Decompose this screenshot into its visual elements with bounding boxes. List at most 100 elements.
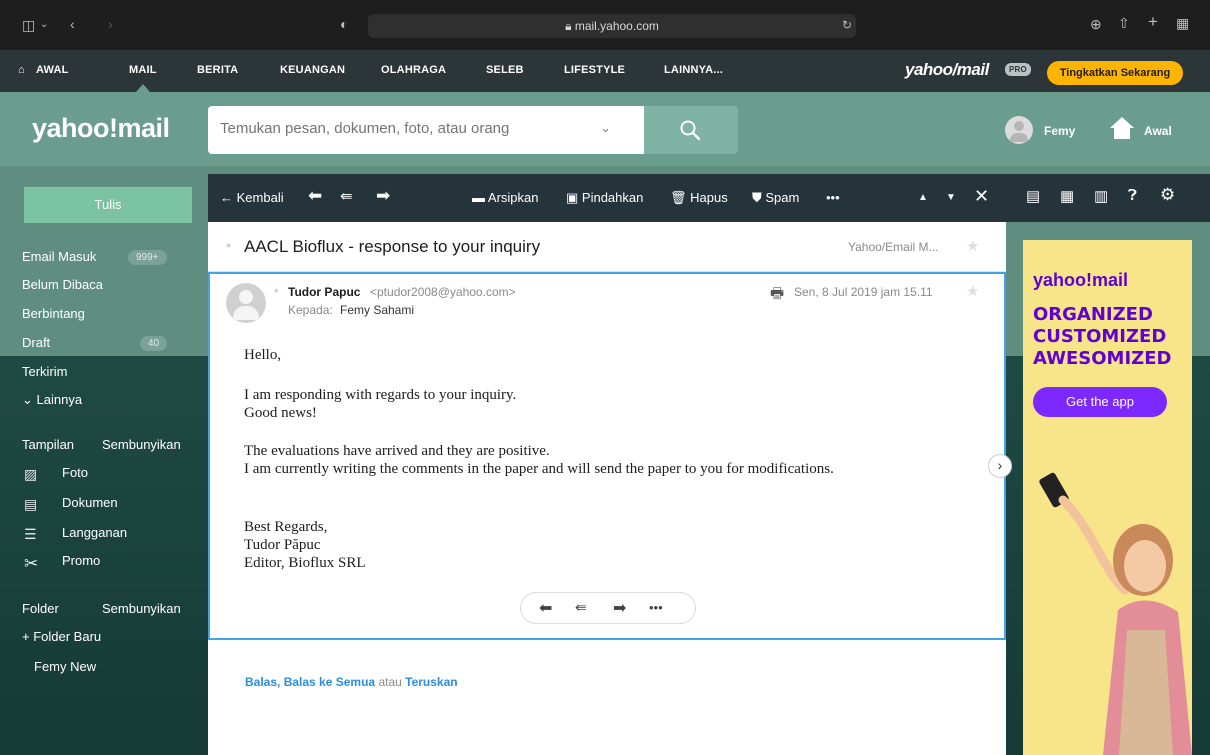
sidebar-item-inbox[interactable]: Email Masuk bbox=[22, 249, 96, 264]
sidebar-item-unread[interactable]: Belum Dibaca bbox=[22, 277, 103, 292]
forward-link[interactable]: Teruskan bbox=[405, 675, 457, 689]
view-subscriptions[interactable]: Langganan bbox=[62, 525, 127, 540]
body-line: The evaluations have arrived and they ar… bbox=[244, 443, 550, 459]
home-icon[interactable] bbox=[1109, 116, 1135, 140]
nav-berita[interactable]: BERITA bbox=[197, 64, 238, 76]
search-options-chevron-icon[interactable]: ⌄ bbox=[600, 120, 611, 136]
recipient-name[interactable]: Femy Sahami bbox=[340, 303, 414, 317]
or-text: atau bbox=[378, 675, 402, 689]
expand-chevron-right-icon[interactable]: › bbox=[988, 454, 1012, 478]
lock-icon: 🔒︎ bbox=[565, 19, 575, 33]
nav-seleb[interactable]: SELEB bbox=[486, 64, 524, 76]
reply-icon[interactable]: ⬅ bbox=[539, 598, 552, 618]
print-icon[interactable]: 🖶︎ bbox=[770, 283, 784, 308]
message-toolbar: ← Kembali ⬅ ⇚ ➡ ▬ Arsipkan ▣ Pindahkan 🗑… bbox=[208, 174, 1006, 222]
calendar-icon[interactable]: ▦ bbox=[1060, 187, 1074, 205]
next-message-icon[interactable]: ▼ bbox=[946, 192, 956, 203]
sender-email[interactable]: <ptudor2008@yahoo.com> bbox=[370, 285, 516, 299]
move-button[interactable]: ▣ Pindahkan bbox=[566, 190, 643, 206]
user-name[interactable]: Femy bbox=[1044, 124, 1075, 138]
nav-lainnya[interactable]: LAINNYA... bbox=[664, 64, 723, 76]
delete-button[interactable]: 🗑︎ Hapus bbox=[670, 190, 728, 206]
signature-line: Editor, Bioflux SRL bbox=[244, 555, 366, 571]
view-promo[interactable]: Promo bbox=[62, 553, 100, 568]
more-actions-button[interactable]: ••• bbox=[826, 190, 840, 205]
ad-headline-1: ORGANIZED bbox=[1033, 304, 1153, 325]
star-icon[interactable]: ★ bbox=[966, 237, 979, 255]
upgrade-button[interactable]: Tingkatkan Sekarang bbox=[1047, 61, 1183, 85]
reply-all-link[interactable]: Balas ke Semua bbox=[284, 675, 375, 689]
quick-actions-pill: ⬅ ⇚ ➡ ••• bbox=[520, 592, 696, 624]
reply-area: Balas, Balas ke Semua atau Teruskan bbox=[208, 640, 1006, 755]
arrow-left-icon: ← bbox=[220, 190, 237, 205]
signature-line: Best Regards, bbox=[244, 519, 328, 535]
yahoo-mail-logo[interactable]: yahoo!mail bbox=[32, 113, 170, 144]
search-button[interactable] bbox=[644, 106, 738, 154]
compose-button[interactable]: Tulis bbox=[24, 187, 192, 223]
body-line: Hello, bbox=[244, 347, 282, 363]
address-bar[interactable]: 🔒︎ mail.yahoo.com bbox=[368, 14, 856, 38]
view-documents[interactable]: Dokumen bbox=[62, 495, 118, 510]
archive-button[interactable]: ▬ Arsipkan bbox=[472, 190, 538, 205]
folder-tag[interactable]: Yahoo/Email M... bbox=[848, 240, 938, 254]
gear-icon[interactable]: ⚙ bbox=[1160, 185, 1175, 205]
back-button[interactable]: ← Kembali bbox=[220, 190, 284, 205]
close-icon[interactable]: ✕ bbox=[974, 186, 989, 207]
help-icon[interactable]: ❓︎ bbox=[1128, 187, 1137, 204]
ad-headline-3: AWESOMIZED bbox=[1033, 348, 1172, 369]
chevron-down-icon[interactable]: ⌄ bbox=[40, 17, 48, 33]
ad-banner[interactable]: yahoo!mail ORGANIZED CUSTOMIZED AWESOMIZ… bbox=[1023, 240, 1192, 755]
forward-icon[interactable]: › bbox=[108, 16, 113, 32]
inbox-count-badge: 999+ bbox=[128, 250, 167, 265]
spam-button[interactable]: ⛊ Spam bbox=[752, 190, 799, 206]
home-icon[interactable]: ⌂ bbox=[18, 64, 25, 76]
pro-badge: PRO bbox=[1005, 63, 1031, 76]
avatar[interactable] bbox=[1005, 116, 1033, 144]
sidebar-item-draft[interactable]: Draft bbox=[22, 335, 50, 350]
subscriptions-icon: ☰ bbox=[24, 526, 37, 542]
get-the-app-button[interactable]: Get the app bbox=[1033, 387, 1167, 417]
search-input[interactable] bbox=[220, 120, 600, 137]
sidebar-item-more[interactable]: ⌄ Lainnya bbox=[22, 392, 82, 408]
more-icon[interactable]: ••• bbox=[649, 600, 663, 615]
download-icon[interactable]: ⊕ bbox=[1090, 16, 1102, 32]
folder-hide-link[interactable]: Sembunyikan bbox=[102, 601, 181, 616]
contacts-icon[interactable]: ▤ bbox=[1026, 187, 1040, 205]
back-icon[interactable]: ‹ bbox=[70, 16, 75, 32]
nav-keuangan[interactable]: KEUANGAN bbox=[280, 64, 345, 76]
ad-headline-2: CUSTOMIZED bbox=[1033, 326, 1167, 347]
ad-logo: yahoo!mail bbox=[1033, 270, 1129, 290]
reload-icon[interactable]: ↻ bbox=[842, 17, 852, 33]
reply-all-icon[interactable]: ⇚ bbox=[575, 599, 587, 616]
sidebar-item-femy-new[interactable]: Femy New bbox=[34, 659, 96, 674]
sidebar-item-starred[interactable]: Berbintang bbox=[22, 306, 85, 321]
trash-icon: 🗑︎ bbox=[670, 190, 691, 205]
sender-status-dot-icon: ● bbox=[274, 286, 279, 295]
new-folder-button[interactable]: + Folder Baru bbox=[22, 629, 101, 644]
nav-mail[interactable]: MAIL bbox=[129, 64, 157, 76]
nav-lifestyle[interactable]: LIFESTYLE bbox=[564, 64, 625, 76]
tab-overview-icon[interactable]: ▦ bbox=[1176, 15, 1189, 31]
reply-link[interactable]: Balas, bbox=[245, 675, 280, 689]
star-icon[interactable]: ★ bbox=[966, 282, 979, 300]
nav-olahraga[interactable]: OLAHRAGA bbox=[381, 64, 446, 76]
sender-name[interactable]: Tudor Papuc bbox=[288, 285, 360, 299]
view-photos[interactable]: Foto bbox=[62, 465, 88, 480]
reply-all-icon[interactable]: ⇚ bbox=[340, 187, 353, 205]
sidebar-item-sent[interactable]: Terkirim bbox=[22, 364, 68, 379]
scissors-icon: ✂ bbox=[24, 554, 39, 573]
new-tab-icon[interactable]: + bbox=[1148, 13, 1158, 30]
share-icon[interactable]: ⇧ bbox=[1118, 15, 1130, 31]
body-line: Good news! bbox=[244, 405, 317, 421]
privacy-shield-icon[interactable]: ◐ bbox=[340, 16, 348, 32]
reply-icon[interactable]: ⬅ bbox=[308, 186, 322, 206]
forward-icon[interactable]: ➡ bbox=[376, 186, 390, 206]
nav-awal[interactable]: AWAL bbox=[36, 64, 69, 76]
home-label[interactable]: Awal bbox=[1144, 124, 1172, 138]
search-box[interactable] bbox=[208, 106, 644, 154]
forward-icon[interactable]: ➡ bbox=[613, 598, 626, 618]
sidebar-toggle-icon[interactable]: ◫ bbox=[22, 17, 35, 33]
views-hide-link[interactable]: Sembunyikan bbox=[102, 437, 181, 452]
previous-message-icon[interactable]: ▲ bbox=[918, 192, 928, 203]
notepad-icon[interactable]: ▥ bbox=[1094, 187, 1108, 205]
